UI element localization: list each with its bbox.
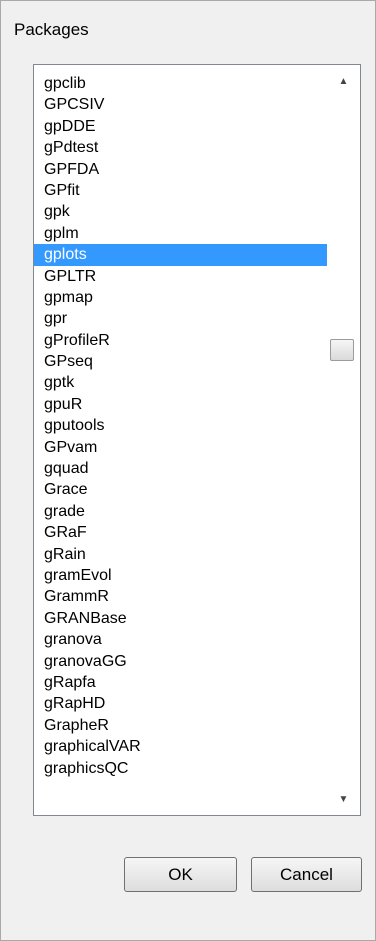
list-item[interactable]: graphicalVAR bbox=[34, 736, 327, 757]
dialog-title: Packages bbox=[14, 20, 89, 39]
list-item[interactable]: gramEvol bbox=[34, 565, 327, 586]
list-item[interactable]: gputools bbox=[34, 415, 327, 436]
list-item[interactable]: gProfileR bbox=[34, 330, 327, 351]
list-item[interactable]: gpuR bbox=[34, 394, 327, 415]
packages-dialog: Packages gpclib GPCSIV gpDDE gPdtest GPFDA GP… bbox=[0, 0, 376, 941]
list-item[interactable]: GPseq bbox=[34, 351, 327, 372]
list-item[interactable]: GrammR bbox=[34, 586, 327, 607]
title-bar[interactable]: Packages bbox=[1, 1, 375, 63]
list-item[interactable]: graphicsQC bbox=[34, 758, 327, 779]
list-item[interactable]: gquad bbox=[34, 458, 327, 479]
list-item[interactable]: gpDDE bbox=[34, 116, 327, 137]
list-item[interactable]: granova bbox=[34, 629, 327, 650]
list-item[interactable]: Grace bbox=[34, 479, 327, 500]
list-item[interactable]: GPvam bbox=[34, 437, 327, 458]
list-item[interactable]: gRapHD bbox=[34, 693, 327, 714]
list-item[interactable]: GrapheR bbox=[34, 715, 327, 736]
packages-listbox[interactable]: gpclib GPCSIV gpDDE gPdtest GPFDA GPfit gpk gpl… bbox=[33, 64, 361, 816]
chevron-down-icon: ▼ bbox=[338, 794, 349, 805]
list-item[interactable]: gRain bbox=[34, 544, 327, 565]
list-item[interactable]: granovaGG bbox=[34, 651, 327, 672]
list-item[interactable]: grade bbox=[34, 501, 327, 522]
list-item[interactable]: gpk bbox=[34, 201, 327, 222]
list-item[interactable]: GPFDA bbox=[34, 159, 327, 180]
list-item[interactable]: gPdtest bbox=[34, 137, 327, 158]
list-item[interactable]: GPCSIV bbox=[34, 94, 327, 115]
cancel-button[interactable]: Cancel bbox=[251, 857, 362, 892]
package-list: gpclib GPCSIV gpDDE gPdtest GPFDA GPfit gpk gpl… bbox=[34, 73, 327, 779]
list-item[interactable]: GPLTR bbox=[34, 266, 327, 287]
list-item[interactable]: GRANBase bbox=[34, 608, 327, 629]
list-item[interactable]: GPfit bbox=[34, 180, 327, 201]
list-item[interactable]: gplots bbox=[34, 244, 327, 266]
list-item[interactable]: gpclib bbox=[34, 73, 327, 94]
scroll-down-button[interactable]: ▼ bbox=[327, 787, 360, 813]
list-item[interactable]: gpmap bbox=[34, 287, 327, 308]
list-item[interactable]: gplm bbox=[34, 223, 327, 244]
ok-button[interactable]: OK bbox=[124, 857, 237, 892]
list-item[interactable]: GRaF bbox=[34, 522, 327, 543]
scrollbar-thumb[interactable] bbox=[330, 339, 354, 361]
list-item[interactable]: gptk bbox=[34, 372, 327, 393]
list-item[interactable]: gRapfa bbox=[34, 672, 327, 693]
list-item[interactable]: gpr bbox=[34, 308, 327, 329]
vertical-scrollbar[interactable]: ▲ ▼ bbox=[327, 65, 360, 815]
chevron-up-icon: ▲ bbox=[338, 76, 349, 87]
scroll-up-button[interactable]: ▲ bbox=[327, 69, 360, 95]
